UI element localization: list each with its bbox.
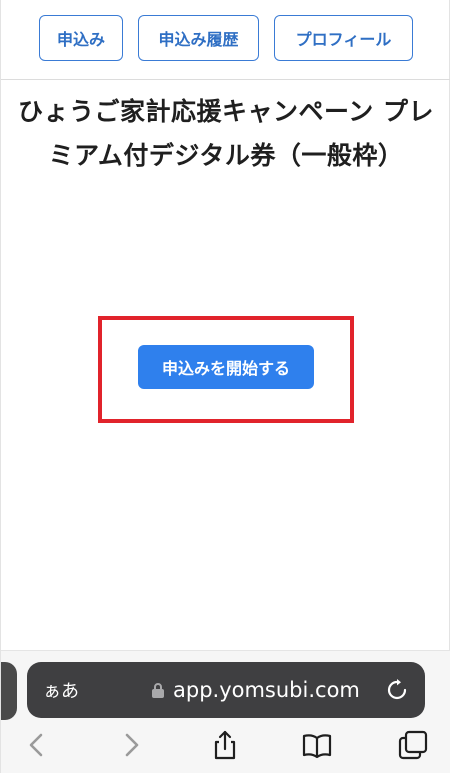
reload-icon[interactable] <box>385 678 409 702</box>
start-application-button[interactable]: 申込みを開始する <box>138 345 314 389</box>
page-settings-button[interactable]: ぁあ <box>43 662 79 718</box>
lock-icon <box>152 683 164 698</box>
share-icon[interactable] <box>209 729 241 761</box>
nav-profile-button[interactable]: プロフィール <box>274 15 413 61</box>
previous-tab-peek[interactable] <box>1 662 17 720</box>
address-bar[interactable]: ぁあ app.yomsubi.com <box>27 662 425 718</box>
page-frame: 申込み 申込み履歴 プロフィール ひょうご家計応援キャンペーン プレミアム付デジ… <box>0 0 450 773</box>
url-text[interactable]: app.yomsubi.com <box>173 662 360 718</box>
tabs-icon[interactable] <box>397 729 429 761</box>
page-title: ひょうご家計応援キャンペーン プレミアム付デジタル券（一般枠） <box>18 97 434 170</box>
back-icon[interactable] <box>21 729 53 761</box>
bookmarks-icon[interactable] <box>301 729 333 761</box>
nav-apply-button[interactable]: 申込み <box>39 15 123 61</box>
forward-icon[interactable] <box>115 729 147 761</box>
nav-history-button[interactable]: 申込み履歴 <box>138 15 259 61</box>
top-nav: 申込み 申込み履歴 プロフィール <box>1 0 450 80</box>
